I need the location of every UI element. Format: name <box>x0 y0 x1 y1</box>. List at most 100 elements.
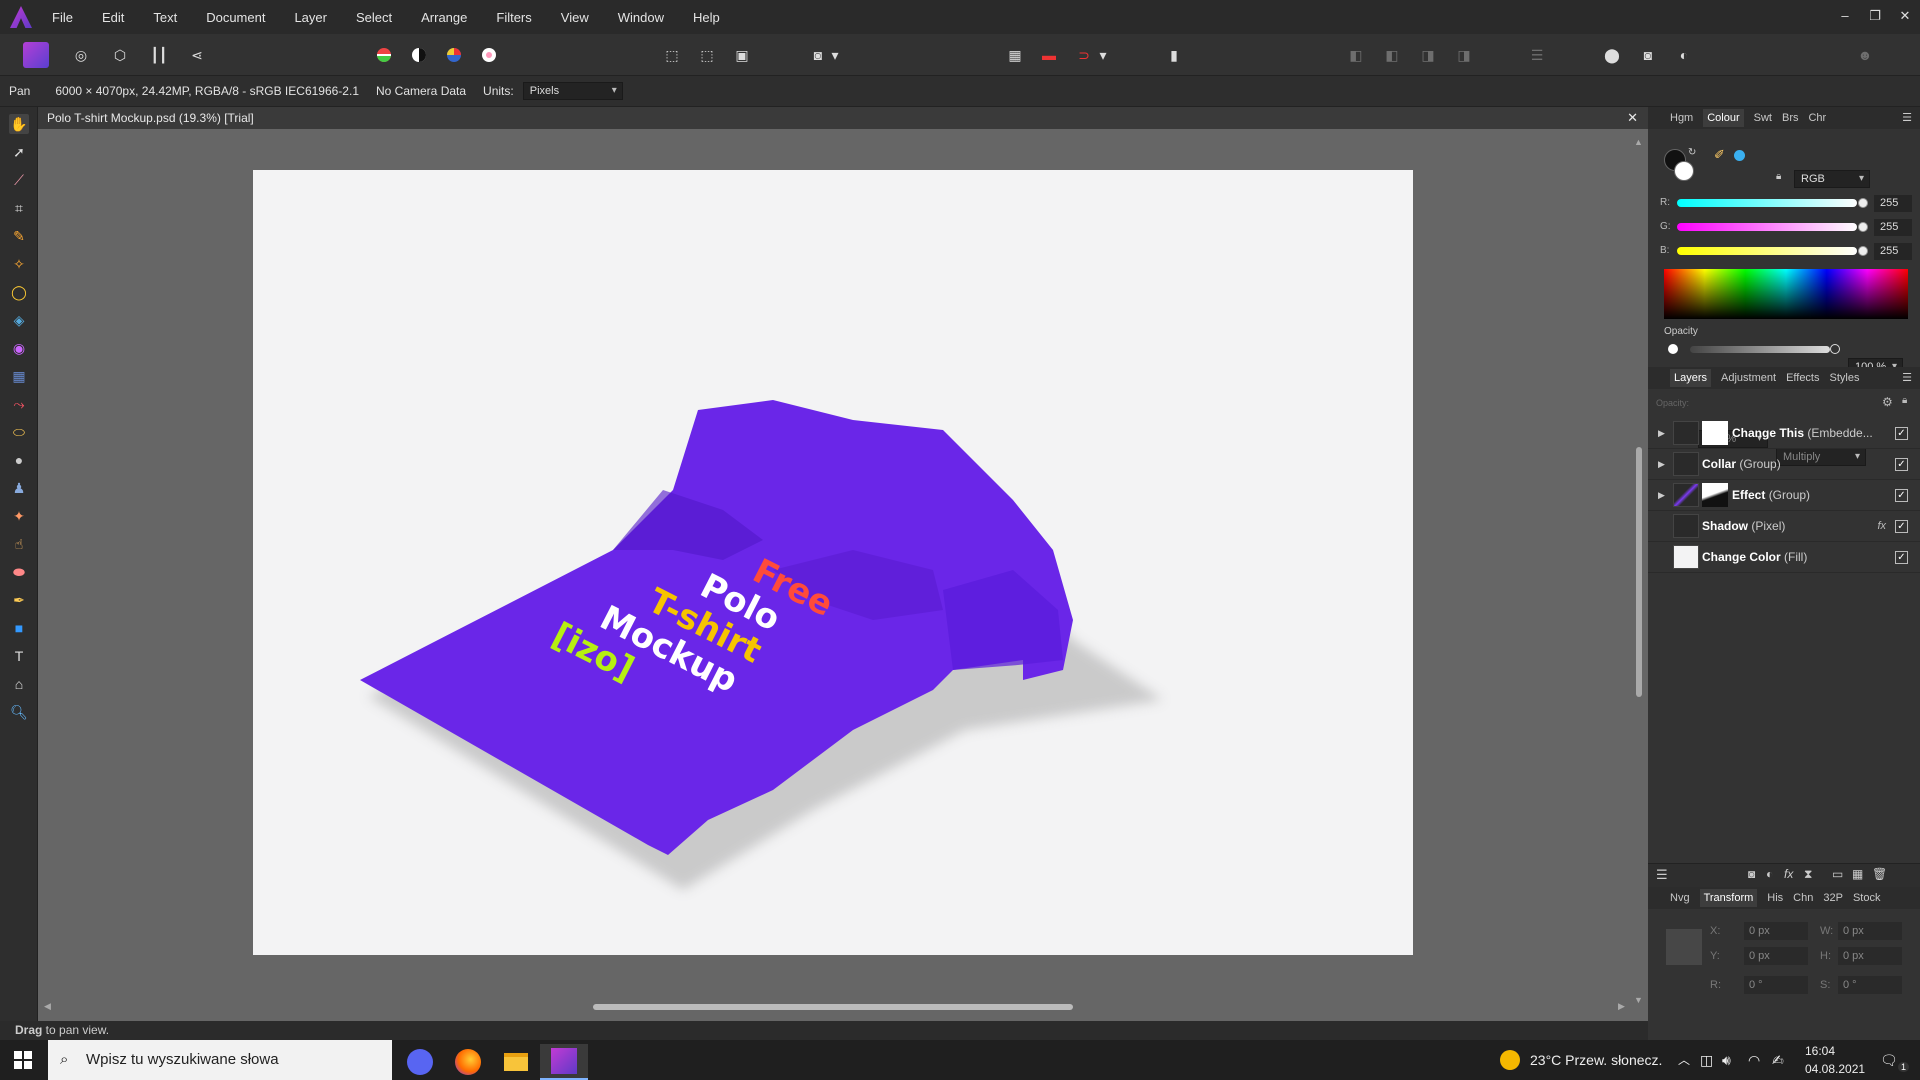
view-tool-icon[interactable]: ⌂ <box>9 674 29 694</box>
b-slider-knob[interactable] <box>1858 246 1868 256</box>
swap-colors-icon[interactable]: ↻ <box>1688 147 1696 158</box>
selection-brush-tool-icon[interactable]: ✎ <box>9 226 29 246</box>
r-value[interactable]: 255 <box>1874 195 1912 212</box>
auto-white-balance-icon[interactable] <box>476 42 502 68</box>
auto-levels-icon[interactable] <box>371 42 397 68</box>
crop-tool-icon[interactable]: ⌗ <box>9 198 29 218</box>
windows-start-icon[interactable] <box>14 1051 32 1069</box>
gradient-tool-icon[interactable]: ◉ <box>9 338 29 358</box>
layer-settings-gear-icon[interactable]: ⚙ <box>1882 395 1893 409</box>
opacity-slider[interactable] <box>1690 346 1830 353</box>
secondary-color-swatch[interactable] <box>1674 161 1694 181</box>
menu-file[interactable]: File <box>52 10 73 25</box>
horizontal-scrollbar[interactable]: ◀ ▶ <box>38 1000 1638 1014</box>
layer-visibility-checkbox[interactable]: ✓ <box>1895 550 1908 564</box>
mesh-warp-tool-icon[interactable]: ▦ <box>9 366 29 386</box>
discord-icon[interactable] <box>396 1044 444 1080</box>
develop-persona-icon[interactable]: ⬡ <box>107 42 133 68</box>
mask-layer-icon[interactable]: ◙ <box>1748 867 1755 881</box>
transform-rotation-field[interactable]: 0 ° <box>1744 976 1808 994</box>
layer-visibility-checkbox[interactable]: ✓ <box>1895 519 1908 533</box>
lock-icon[interactable]: 🔒︎ <box>1776 171 1781 182</box>
scroll-right-icon[interactable]: ▶ <box>1618 1001 1625 1012</box>
layer-visibility-checkbox[interactable]: ✓ <box>1895 488 1908 502</box>
g-slider-knob[interactable] <box>1858 222 1868 232</box>
tone-mapping-persona-icon[interactable]: ┃┃ <box>146 42 172 68</box>
scroll-left-icon[interactable]: ◀ <box>44 1001 51 1012</box>
account-icon[interactable]: ☻ <box>1852 42 1878 68</box>
layer-row[interactable]: ▶ Effect (Group) ✓ <box>1648 480 1920 511</box>
layer-row[interactable]: ▶ Change This (Embedde... ✓ <box>1648 418 1920 449</box>
tab-effects[interactable]: Effects <box>1786 372 1819 384</box>
flood-select-tool-icon[interactable]: ✧ <box>9 254 29 274</box>
add-group-icon[interactable]: ▭ <box>1832 867 1843 881</box>
tab-channels[interactable]: Chn <box>1793 892 1813 904</box>
magnet-icon[interactable]: ⊃ <box>1071 42 1097 68</box>
tab-layers[interactable]: Layers <box>1670 369 1712 387</box>
affinity-photo-logo-icon[interactable] <box>10 6 32 28</box>
tab-swatches[interactable]: Swt <box>1754 112 1772 124</box>
tab-navigator[interactable]: Nvg <box>1670 892 1690 904</box>
tab-transform[interactable]: Transform <box>1699 889 1758 907</box>
boolean-intersect-icon[interactable]: ◐ <box>1671 42 1697 68</box>
deselect-icon[interactable]: ⬚ <box>694 42 720 68</box>
flood-fill-tool-icon[interactable]: ◈ <box>9 310 29 330</box>
layer-lock-icon[interactable]: 🔒︎ <box>1902 395 1907 406</box>
tab-brushes[interactable]: Brs <box>1782 112 1799 124</box>
live-filter-icon[interactable]: ⧗ <box>1804 867 1812 882</box>
eyedropper-icon[interactable]: ✐ <box>1714 147 1725 163</box>
menu-window[interactable]: Window <box>618 10 664 25</box>
quick-mask-dropdown-icon[interactable]: ▾ <box>828 42 842 68</box>
arrange-front-icon[interactable]: ◨ <box>1451 42 1477 68</box>
vertical-scrollbar[interactable]: ▲ ▼ <box>1634 137 1644 1007</box>
expand-arrow-icon[interactable]: ▶ <box>1658 490 1665 501</box>
g-slider[interactable] <box>1677 223 1857 231</box>
boolean-subtract-icon[interactable]: ◙ <box>1635 42 1661 68</box>
red-eye-tool-icon[interactable]: ⬬ <box>9 562 29 582</box>
photo-persona-icon[interactable] <box>23 42 49 68</box>
add-pixel-layer-icon[interactable]: ▦ <box>1852 867 1863 881</box>
menu-help[interactable]: Help <box>693 10 720 25</box>
menu-filters[interactable]: Filters <box>496 10 531 25</box>
dodge-brush-tool-icon[interactable]: ● <box>9 450 29 470</box>
horizontal-scroll-thumb[interactable] <box>593 1004 1073 1010</box>
tab-histogram[interactable]: Hgm <box>1670 112 1693 124</box>
arrange-backward-icon[interactable]: ◧ <box>1379 42 1405 68</box>
menu-select[interactable]: Select <box>356 10 392 25</box>
picked-color-dot[interactable] <box>1734 150 1745 161</box>
weather-text[interactable]: 23°C Przew. słonecz. <box>1530 1040 1662 1080</box>
layer-row[interactable]: ▶ Collar (Group) ✓ <box>1648 449 1920 480</box>
context-toolbar-icon[interactable]: ▮ <box>1161 42 1187 68</box>
transform-shear-field[interactable]: 0 ° <box>1838 976 1902 994</box>
clone-brush-tool-icon[interactable]: ♟ <box>9 478 29 498</box>
layer-stack-icon[interactable]: ☰ <box>1656 867 1668 883</box>
menu-document[interactable]: Document <box>206 10 265 25</box>
menu-arrange[interactable]: Arrange <box>421 10 467 25</box>
file-explorer-icon[interactable] <box>492 1044 540 1080</box>
transform-h-field[interactable]: 0 px <box>1838 947 1902 965</box>
canvas[interactable]: Free Polo T-shirt Mockup [izo] <box>253 170 1413 955</box>
volume-icon[interactable]: 🔊︎ <box>1722 1040 1731 1080</box>
document-tab[interactable]: Polo T-shirt Mockup.psd (19.3%) [Trial] … <box>38 107 1648 129</box>
paint-brush-tool-icon[interactable]: ⤳ <box>9 394 29 414</box>
export-persona-icon[interactable]: ⋖ <box>184 42 210 68</box>
tab-character[interactable]: Chr <box>1808 112 1826 124</box>
adjustment-layer-icon[interactable]: ◐ <box>1766 867 1773 881</box>
colour-mode-dropdown[interactable]: RGB <box>1794 170 1870 188</box>
tab-styles[interactable]: Styles <box>1830 372 1860 384</box>
vertical-scroll-thumb[interactable] <box>1636 447 1642 697</box>
align-icon[interactable]: ☰ <box>1524 42 1550 68</box>
arrange-forward-icon[interactable]: ◨ <box>1415 42 1441 68</box>
expand-arrow-icon[interactable]: ▶ <box>1658 459 1665 470</box>
auto-contrast-icon[interactable] <box>406 42 432 68</box>
colour-panel-menu-icon[interactable]: ☰ <box>1902 111 1912 124</box>
transform-w-field[interactable]: 0 px <box>1838 922 1902 940</box>
snapping-icon[interactable]: ▬ <box>1036 42 1062 68</box>
marquee-select-icon[interactable]: ⬚ <box>659 42 685 68</box>
move-tool-icon[interactable]: ➚ <box>9 142 29 162</box>
snapping-dropdown-icon[interactable]: ▾ <box>1096 42 1110 68</box>
weather-sun-icon[interactable] <box>1500 1050 1520 1070</box>
menu-text[interactable]: Text <box>153 10 177 25</box>
network-icon[interactable]: ◠ <box>1748 1040 1760 1080</box>
expand-arrow-icon[interactable]: ▶ <box>1658 428 1665 439</box>
